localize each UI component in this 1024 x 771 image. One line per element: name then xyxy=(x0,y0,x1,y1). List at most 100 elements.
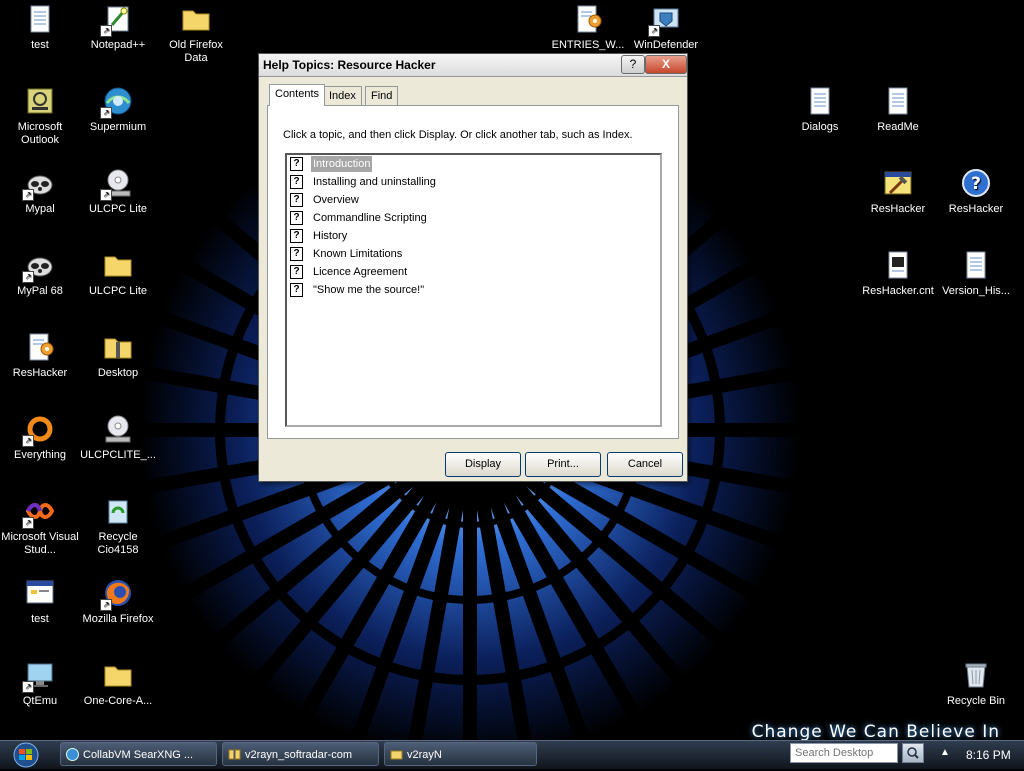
shortcut-arrow-icon: ↗ xyxy=(100,25,112,37)
help-button[interactable]: ? xyxy=(621,55,645,74)
desktop-icon[interactable]: Version_His... xyxy=(936,249,1016,298)
help-topic-icon: ? xyxy=(290,247,303,261)
desktop-icon-label: MyPal 68 xyxy=(17,285,63,297)
visual-studio-icon: ↗ xyxy=(22,495,56,529)
desktop-icon[interactable]: Dialogs xyxy=(780,85,860,134)
help-topics-dialog: Help Topics: Resource Hacker ? X Content… xyxy=(258,53,688,482)
topic-label: Overview xyxy=(313,194,359,206)
help-topic-icon: ? xyxy=(290,265,303,279)
svg-text:?: ? xyxy=(971,174,981,194)
folder-icon xyxy=(102,249,134,281)
desktop-icon[interactable]: ↗ Everything xyxy=(0,413,80,462)
show-hidden-icons-icon[interactable]: ▲ xyxy=(940,747,950,758)
desktop-icon-label: One-Core-A... xyxy=(83,695,153,707)
desktop-icon[interactable]: test xyxy=(0,3,80,52)
desktop-icon[interactable]: ResHacker.cnt xyxy=(858,249,938,298)
desktop-icon-label: Mozilla Firefox xyxy=(82,613,154,625)
desktop-icon-label: Notepad++ xyxy=(90,39,146,51)
qtemu-icon: ↗ xyxy=(22,659,56,693)
desktop-icon[interactable]: ? ResHacker xyxy=(936,167,1016,216)
desktop-icon-label: Recycle Bin xyxy=(946,695,1006,707)
desktop-icon[interactable]: Desktop xyxy=(78,331,158,380)
desktop-icon[interactable]: ↗ QtEmu xyxy=(0,659,80,708)
zip-folder-icon xyxy=(228,749,241,760)
task-button-v2rayn[interactable]: v2rayN xyxy=(384,742,537,766)
desktop-icon-label: Microsoft Visual Stud... xyxy=(1,531,79,556)
desktop-icon-label: ResHacker xyxy=(12,367,68,379)
desktop-icon[interactable]: ResHacker xyxy=(0,331,80,380)
cancel-button[interactable]: Cancel xyxy=(607,452,683,477)
topic-label: "Show me the source!" xyxy=(313,284,425,296)
desktop-icon[interactable]: Microsoft Outlook xyxy=(0,85,80,147)
topic-label: Installing and uninstalling xyxy=(313,176,436,188)
desktop-icon[interactable]: ↗ Mypal xyxy=(0,167,80,216)
desktop-icon-label: Old Firefox Data xyxy=(169,39,223,64)
help-topic-icon: ? xyxy=(290,157,303,171)
search-button[interactable] xyxy=(902,743,924,763)
desktop-icon[interactable]: ↗ Notepad++ xyxy=(78,3,158,52)
text-file-gear-icon xyxy=(572,3,604,35)
tab-contents[interactable]: Contents xyxy=(269,84,326,106)
taskbar: CollabVM SearXNG ... v2rayn_softradar-co… xyxy=(0,740,1024,769)
desktop-icon[interactable]: ↗ Supermium xyxy=(78,85,158,134)
topic-label: Introduction xyxy=(311,156,373,172)
text-file-icon xyxy=(960,249,992,281)
help-topic-icon: ? xyxy=(290,283,303,297)
app-window-icon xyxy=(24,577,56,609)
desktop-icon-label: ResHacker xyxy=(948,203,1004,215)
desktop-icon[interactable]: Old Firefox Data xyxy=(156,3,236,65)
text-file-icon xyxy=(24,3,56,35)
help-circle-icon: ? xyxy=(960,167,992,199)
recycle-bin-icon xyxy=(960,659,992,691)
recycle-icon xyxy=(102,495,134,527)
desktop-icon-label: Everything xyxy=(14,449,66,461)
desktop-icon-label: Dialogs xyxy=(801,121,839,133)
topic-tree[interactable]: ? Introduction? Installing and uninstallin… xyxy=(285,153,662,427)
search-desktop-input[interactable] xyxy=(790,743,898,763)
shortcut-arrow-icon: ↗ xyxy=(22,435,34,447)
shortcut-arrow-icon: ↗ xyxy=(22,189,34,201)
dialog-titlebar[interactable]: Help Topics: Resource Hacker ? X xyxy=(259,54,687,77)
desktop-icon[interactable]: ResHacker xyxy=(858,167,938,216)
text-file-icon xyxy=(804,85,836,117)
shortcut-arrow-icon: ↗ xyxy=(22,517,34,529)
help-topic-icon: ? xyxy=(290,229,303,243)
zip-folder-icon xyxy=(102,331,134,363)
desktop-icon[interactable]: One-Core-A... xyxy=(78,659,158,708)
print-button[interactable]: Print... xyxy=(525,452,601,477)
desktop-icon-label: Desktop xyxy=(97,367,139,379)
task-button-collabvm[interactable]: CollabVM SearXNG ... xyxy=(60,742,217,766)
disc-drive-icon: ↗ xyxy=(100,167,134,201)
desktop-icon[interactable]: ↗ Microsoft Visual Stud... xyxy=(0,495,80,557)
task-label: v2rayN xyxy=(407,749,442,761)
tab-find[interactable]: Find xyxy=(365,86,399,105)
desktop-icon[interactable]: ↗ Mozilla Firefox xyxy=(78,577,158,626)
desktop-icon-label: ENTRIES_W... xyxy=(551,39,625,51)
cnt-file-icon xyxy=(882,249,914,281)
task-label: CollabVM SearXNG ... xyxy=(83,749,194,761)
desktop-icon[interactable]: test xyxy=(0,577,80,626)
desktop-icon[interactable]: Recycle Bin xyxy=(936,659,1016,708)
clock[interactable]: 8:16 PM xyxy=(966,748,1011,762)
desktop-icon[interactable]: Recycle Cio4158 xyxy=(78,495,158,557)
tab-index[interactable]: Index xyxy=(323,86,362,105)
desktop-icon-label: QtEmu xyxy=(22,695,58,707)
desktop-icon[interactable]: ↗ ULCPC Lite xyxy=(78,167,158,216)
display-button[interactable]: Display xyxy=(445,452,521,477)
desktop-icon-label: test xyxy=(31,613,49,625)
desktop-icon[interactable]: ULCPCLITE_... xyxy=(78,413,158,462)
desktop-icon[interactable]: ↗ MyPal 68 xyxy=(0,249,80,298)
everything-icon: ↗ xyxy=(22,413,56,447)
text-file-gear-icon xyxy=(24,331,56,363)
desktop-icon[interactable]: ReadMe xyxy=(858,85,938,134)
task-button-v2rayn-folder[interactable]: v2rayn_softradar-com xyxy=(222,742,379,766)
shortcut-arrow-icon: ↗ xyxy=(100,599,112,611)
task-label: v2rayn_softradar-com xyxy=(245,749,352,761)
contents-panel: Click a topic, and then click Display. O… xyxy=(267,105,679,439)
windows-logo-icon xyxy=(13,742,39,768)
desktop-icon[interactable]: ↗ WinDefender xyxy=(626,3,706,52)
desktop-icon[interactable]: ULCPC Lite xyxy=(78,249,158,298)
close-button[interactable]: X xyxy=(645,55,687,74)
desktop-icon[interactable]: ENTRIES_W... xyxy=(548,3,628,52)
start-button[interactable] xyxy=(6,742,46,768)
